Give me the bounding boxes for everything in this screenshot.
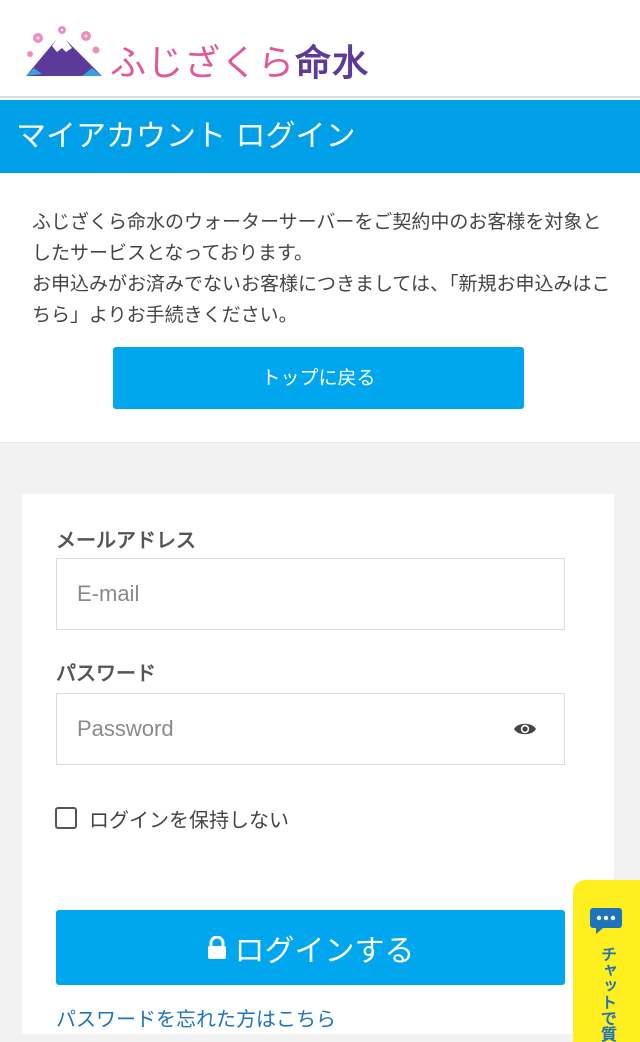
chat-bubble-icon (590, 908, 622, 934)
logo-text: ふじざくら命水 (110, 34, 369, 86)
login-button-content: ログインする (207, 926, 415, 970)
chat-tab[interactable]: チャットで質 (573, 880, 640, 1042)
password-label: パスワード (56, 661, 156, 685)
page: ふじざくら命水 マイアカウント ログイン ふじざくら命水のウォーターサーバーをご… (0, 0, 640, 1042)
remember-checkbox[interactable] (55, 807, 77, 829)
intro-paragraph-1: ふじざくら命水のウォーターサーバーをご契約中のお客様を対象としたサービスとなって… (32, 211, 602, 264)
logo-text-kana: ふじざくら (110, 43, 296, 84)
password-input[interactable] (56, 693, 565, 765)
intro-section: ふじざくら命水のウォーターサーバーをご契約中のお客様を対象としたサービスとなって… (0, 173, 640, 443)
login-section: メールアドレス パスワード ログインを保持しない ログインする (0, 443, 640, 1042)
back-to-top-button[interactable]: トップに戻る (113, 347, 524, 409)
remember-label: ログインを保持しない (89, 808, 289, 832)
site-header: ふじざくら命水 (0, 0, 640, 98)
chat-tab-label: チャットで質 (598, 946, 617, 1042)
login-button[interactable]: ログインする (56, 910, 565, 985)
page-title: マイアカウント ログイン (0, 100, 640, 173)
forgot-password-link[interactable]: パスワードを忘れた方はこちら (56, 1003, 336, 1032)
lock-icon (207, 935, 226, 959)
logo[interactable]: ふじざくら命水 (22, 22, 368, 84)
login-button-label: ログインする (234, 933, 415, 969)
eye-icon[interactable] (513, 720, 537, 738)
email-label: メールアドレス (56, 528, 196, 552)
login-form: メールアドレス パスワード ログインを保持しない ログインする (22, 494, 614, 1034)
intro-text: ふじざくら命水のウォーターサーバーをご契約中のお客様を対象としたサービスとなって… (32, 207, 612, 331)
mountain-sakura-icon (26, 26, 102, 76)
logo-text-kanji: 命水 (295, 43, 370, 84)
intro-paragraph-2: お申込みがお済みでないお客様につきましては、「新規お申込みはこちら」よりお手続き… (32, 273, 611, 326)
email-input[interactable] (56, 558, 565, 630)
